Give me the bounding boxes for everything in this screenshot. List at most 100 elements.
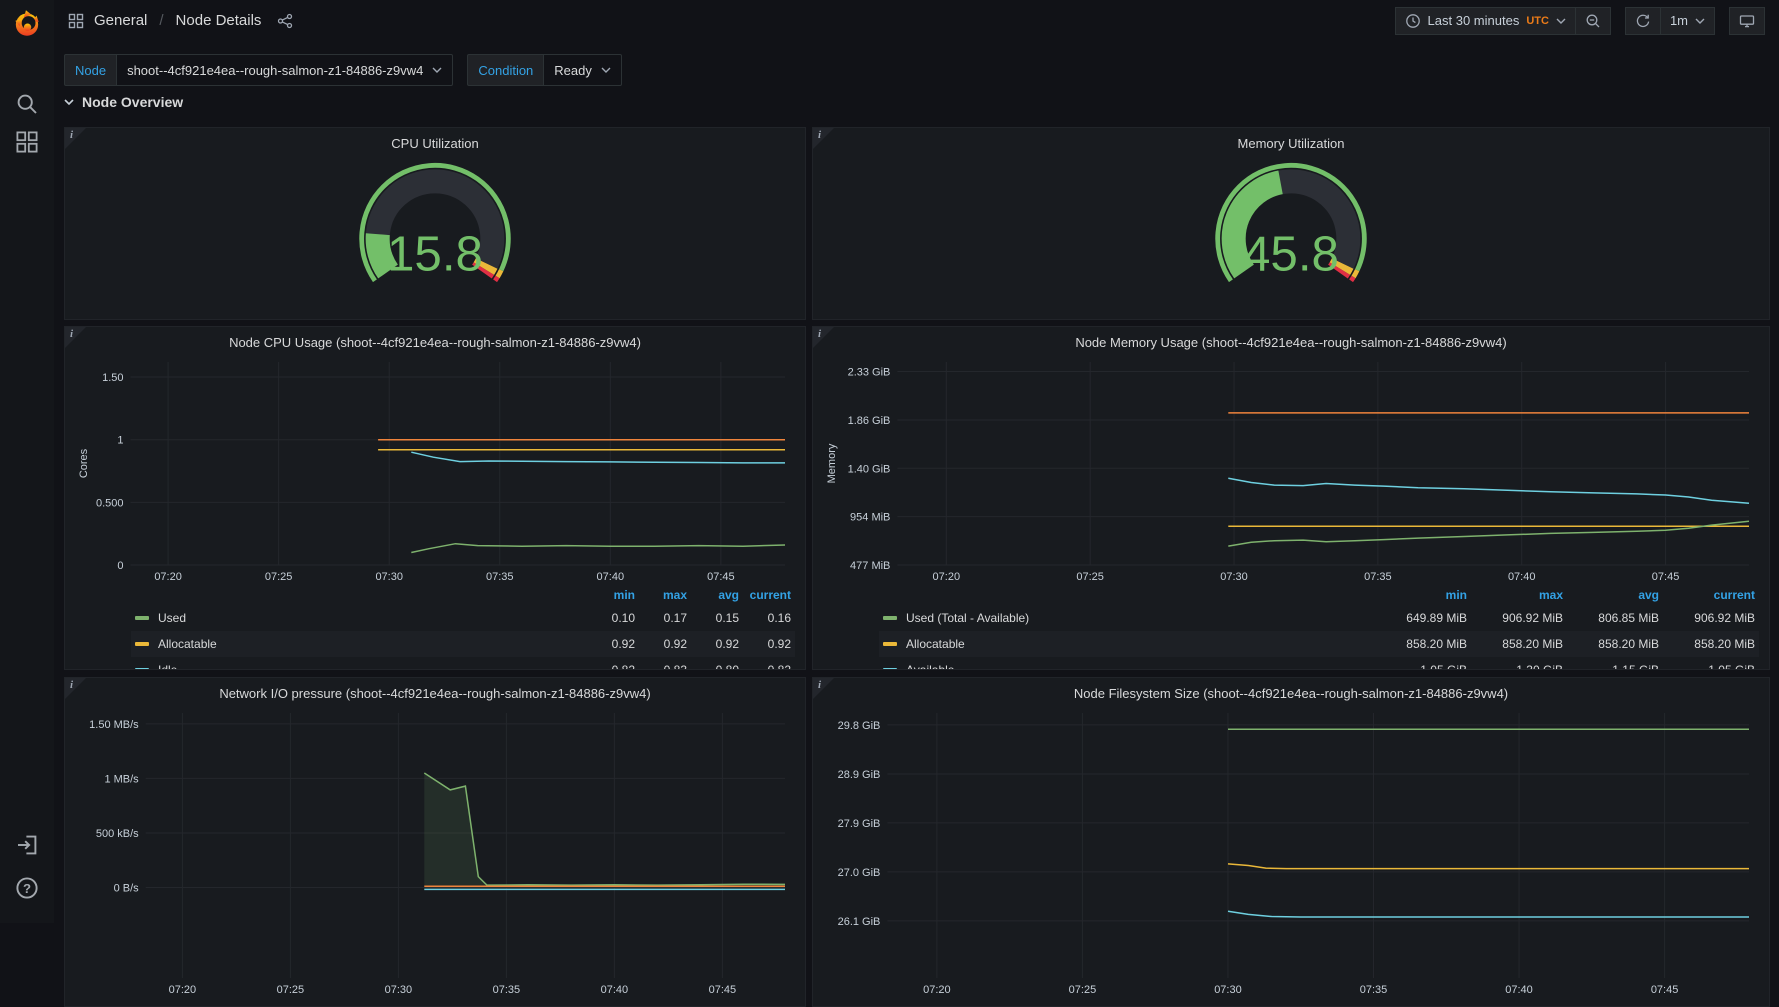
cpu-usage-chart: 07:2007:2507:3007:3507:4007:4500.50011.5…: [75, 355, 795, 585]
legend-series-label[interactable]: Available: [883, 663, 1371, 670]
svg-text:07:30: 07:30: [385, 984, 413, 996]
legend-row: Available1.05 GiB1.30 GiB1.15 GiB1.05 Gi…: [879, 657, 1759, 670]
legend-column-max[interactable]: max: [635, 588, 687, 602]
navbar: General / Node Details Last 30 minutes U…: [54, 0, 1779, 41]
legend-value: 0.92: [635, 637, 687, 651]
legend-series-label[interactable]: Allocatable: [135, 637, 583, 651]
share-icon[interactable]: [277, 13, 293, 29]
clock-icon: [1405, 13, 1421, 29]
svg-text:07:40: 07:40: [597, 571, 625, 583]
refresh-button[interactable]: [1625, 7, 1661, 35]
condition-variable-value: Ready: [554, 63, 592, 78]
cycle-view-mode-button[interactable]: [1729, 7, 1765, 35]
caret-down-icon: [1695, 17, 1705, 25]
info-corner-icon[interactable]: [65, 128, 86, 149]
caret-down-icon: [432, 66, 442, 74]
zoom-out-button[interactable]: [1575, 7, 1611, 35]
info-corner-icon[interactable]: [65, 327, 86, 348]
svg-text:0 B/s: 0 B/s: [114, 882, 140, 894]
svg-text:27.0 GiB: 27.0 GiB: [838, 867, 881, 879]
panel-title[interactable]: CPU Utilization: [75, 134, 795, 156]
panel-title[interactable]: Node CPU Usage (shoot--4cf921e4ea--rough…: [75, 333, 795, 355]
node-variable-dropdown[interactable]: shoot--4cf921e4ea--rough-salmon-z1-84886…: [116, 54, 453, 86]
legend-row: Allocatable0.920.920.920.92: [131, 631, 795, 657]
legend-column-avg[interactable]: avg: [1563, 588, 1659, 602]
svg-text:26.1 GiB: 26.1 GiB: [838, 916, 881, 928]
variable-node: Node shoot--4cf921e4ea--rough-salmon-z1-…: [64, 54, 453, 86]
svg-text:0.500: 0.500: [96, 497, 124, 509]
memory-usage-chart: 07:2007:2507:3007:3507:4007:45477 MiB954…: [823, 355, 1759, 585]
legend-series-label[interactable]: Used: [135, 611, 583, 625]
monitor-icon: [1739, 13, 1755, 29]
svg-text:07:30: 07:30: [375, 571, 403, 583]
panel-cpu-utilization: i CPU Utilization 15.8: [64, 127, 806, 320]
legend-value: 0.80: [687, 663, 739, 670]
panel-memory-utilization: i Memory Utilization 45.8: [812, 127, 1770, 320]
cpu-usage-legend: minmaxavgcurrentUsed0.100.170.150.16Allo…: [75, 585, 795, 670]
legend-value: 858.20 MiB: [1467, 637, 1563, 651]
panel-title[interactable]: Node Memory Usage (shoot--4cf921e4ea--ro…: [823, 333, 1759, 355]
grafana-logo[interactable]: [10, 6, 44, 40]
info-corner-icon[interactable]: [65, 678, 86, 699]
legend-column-current[interactable]: current: [1659, 588, 1755, 602]
timezone-label: UTC: [1526, 15, 1549, 27]
panel-title[interactable]: Network I/O pressure (shoot--4cf921e4ea-…: [75, 684, 795, 706]
legend-column-max[interactable]: max: [1467, 588, 1563, 602]
time-range-picker[interactable]: Last 30 minutes UTC: [1395, 7, 1576, 35]
svg-text:1.86 GiB: 1.86 GiB: [848, 415, 891, 427]
legend-value: 0.83: [635, 663, 687, 670]
svg-text:07:35: 07:35: [486, 571, 514, 583]
network-io-chart: 07:2007:2507:3007:3507:4007:450 B/s500 k…: [75, 706, 795, 998]
search-icon[interactable]: [15, 92, 39, 116]
svg-text:1 MB/s: 1 MB/s: [104, 773, 139, 785]
legend-series-label[interactable]: Used (Total - Available): [883, 611, 1371, 625]
svg-text:954 MiB: 954 MiB: [850, 512, 890, 524]
help-icon[interactable]: ?: [15, 876, 39, 900]
breadcrumb-page[interactable]: Node Details: [176, 12, 262, 29]
svg-text:07:25: 07:25: [265, 571, 293, 583]
breadcrumb-separator: /: [157, 12, 165, 29]
legend-header: minmaxavgcurrent: [879, 585, 1759, 605]
legend-value: 906.92 MiB: [1659, 611, 1755, 625]
legend-column-avg[interactable]: avg: [687, 588, 739, 602]
legend-value: 1.30 GiB: [1467, 663, 1563, 670]
svg-text:07:25: 07:25: [1076, 571, 1104, 583]
legend-column-min[interactable]: min: [1371, 588, 1467, 602]
legend-value: 858.20 MiB: [1563, 637, 1659, 651]
series-color-swatch: [135, 668, 149, 670]
panel-network-io-pressure: i Network I/O pressure (shoot--4cf921e4e…: [64, 677, 806, 1007]
info-corner-icon[interactable]: [813, 128, 834, 149]
svg-text:07:40: 07:40: [1505, 984, 1533, 996]
condition-variable-dropdown[interactable]: Ready: [543, 54, 622, 86]
legend-row: Used (Total - Available)649.89 MiB906.92…: [879, 605, 1759, 631]
legend-value: 0.16: [739, 611, 791, 625]
legend-value: 0.92: [583, 637, 635, 651]
node-variable-value: shoot--4cf921e4ea--rough-salmon-z1-84886…: [127, 63, 423, 78]
dashboards-icon[interactable]: [15, 130, 39, 154]
series-color-swatch: [883, 616, 897, 620]
info-corner-icon[interactable]: [813, 678, 834, 699]
refresh-interval-dropdown[interactable]: 1m: [1660, 7, 1715, 35]
legend-value: 0.17: [635, 611, 687, 625]
gauge-value: 15.8: [387, 227, 483, 282]
panel-title[interactable]: Memory Utilization: [823, 134, 1759, 156]
panel-title[interactable]: Node Filesystem Size (shoot--4cf921e4ea-…: [823, 684, 1759, 706]
legend-column-min[interactable]: min: [583, 588, 635, 602]
svg-text:07:45: 07:45: [1652, 571, 1680, 583]
svg-text:07:45: 07:45: [709, 984, 737, 996]
panel-node-filesystem-size: i Node Filesystem Size (shoot--4cf921e4e…: [812, 677, 1770, 1007]
sign-in-icon[interactable]: [15, 833, 39, 857]
cpu-utilization-gauge: 15.8: [285, 156, 585, 316]
legend-column-current[interactable]: current: [739, 588, 791, 602]
svg-text:07:30: 07:30: [1214, 984, 1242, 996]
breadcrumb-section[interactable]: General: [94, 12, 147, 29]
row-node-overview[interactable]: Node Overview: [62, 94, 183, 110]
legend-value: 0.10: [583, 611, 635, 625]
condition-variable-label: Condition: [467, 54, 543, 86]
info-corner-icon[interactable]: [813, 327, 834, 348]
row-title: Node Overview: [82, 94, 183, 110]
svg-text:07:45: 07:45: [1651, 984, 1679, 996]
legend-series-label[interactable]: Idle: [135, 663, 583, 670]
legend-series-label[interactable]: Allocatable: [883, 637, 1371, 651]
svg-text:27.9 GiB: 27.9 GiB: [838, 818, 881, 830]
